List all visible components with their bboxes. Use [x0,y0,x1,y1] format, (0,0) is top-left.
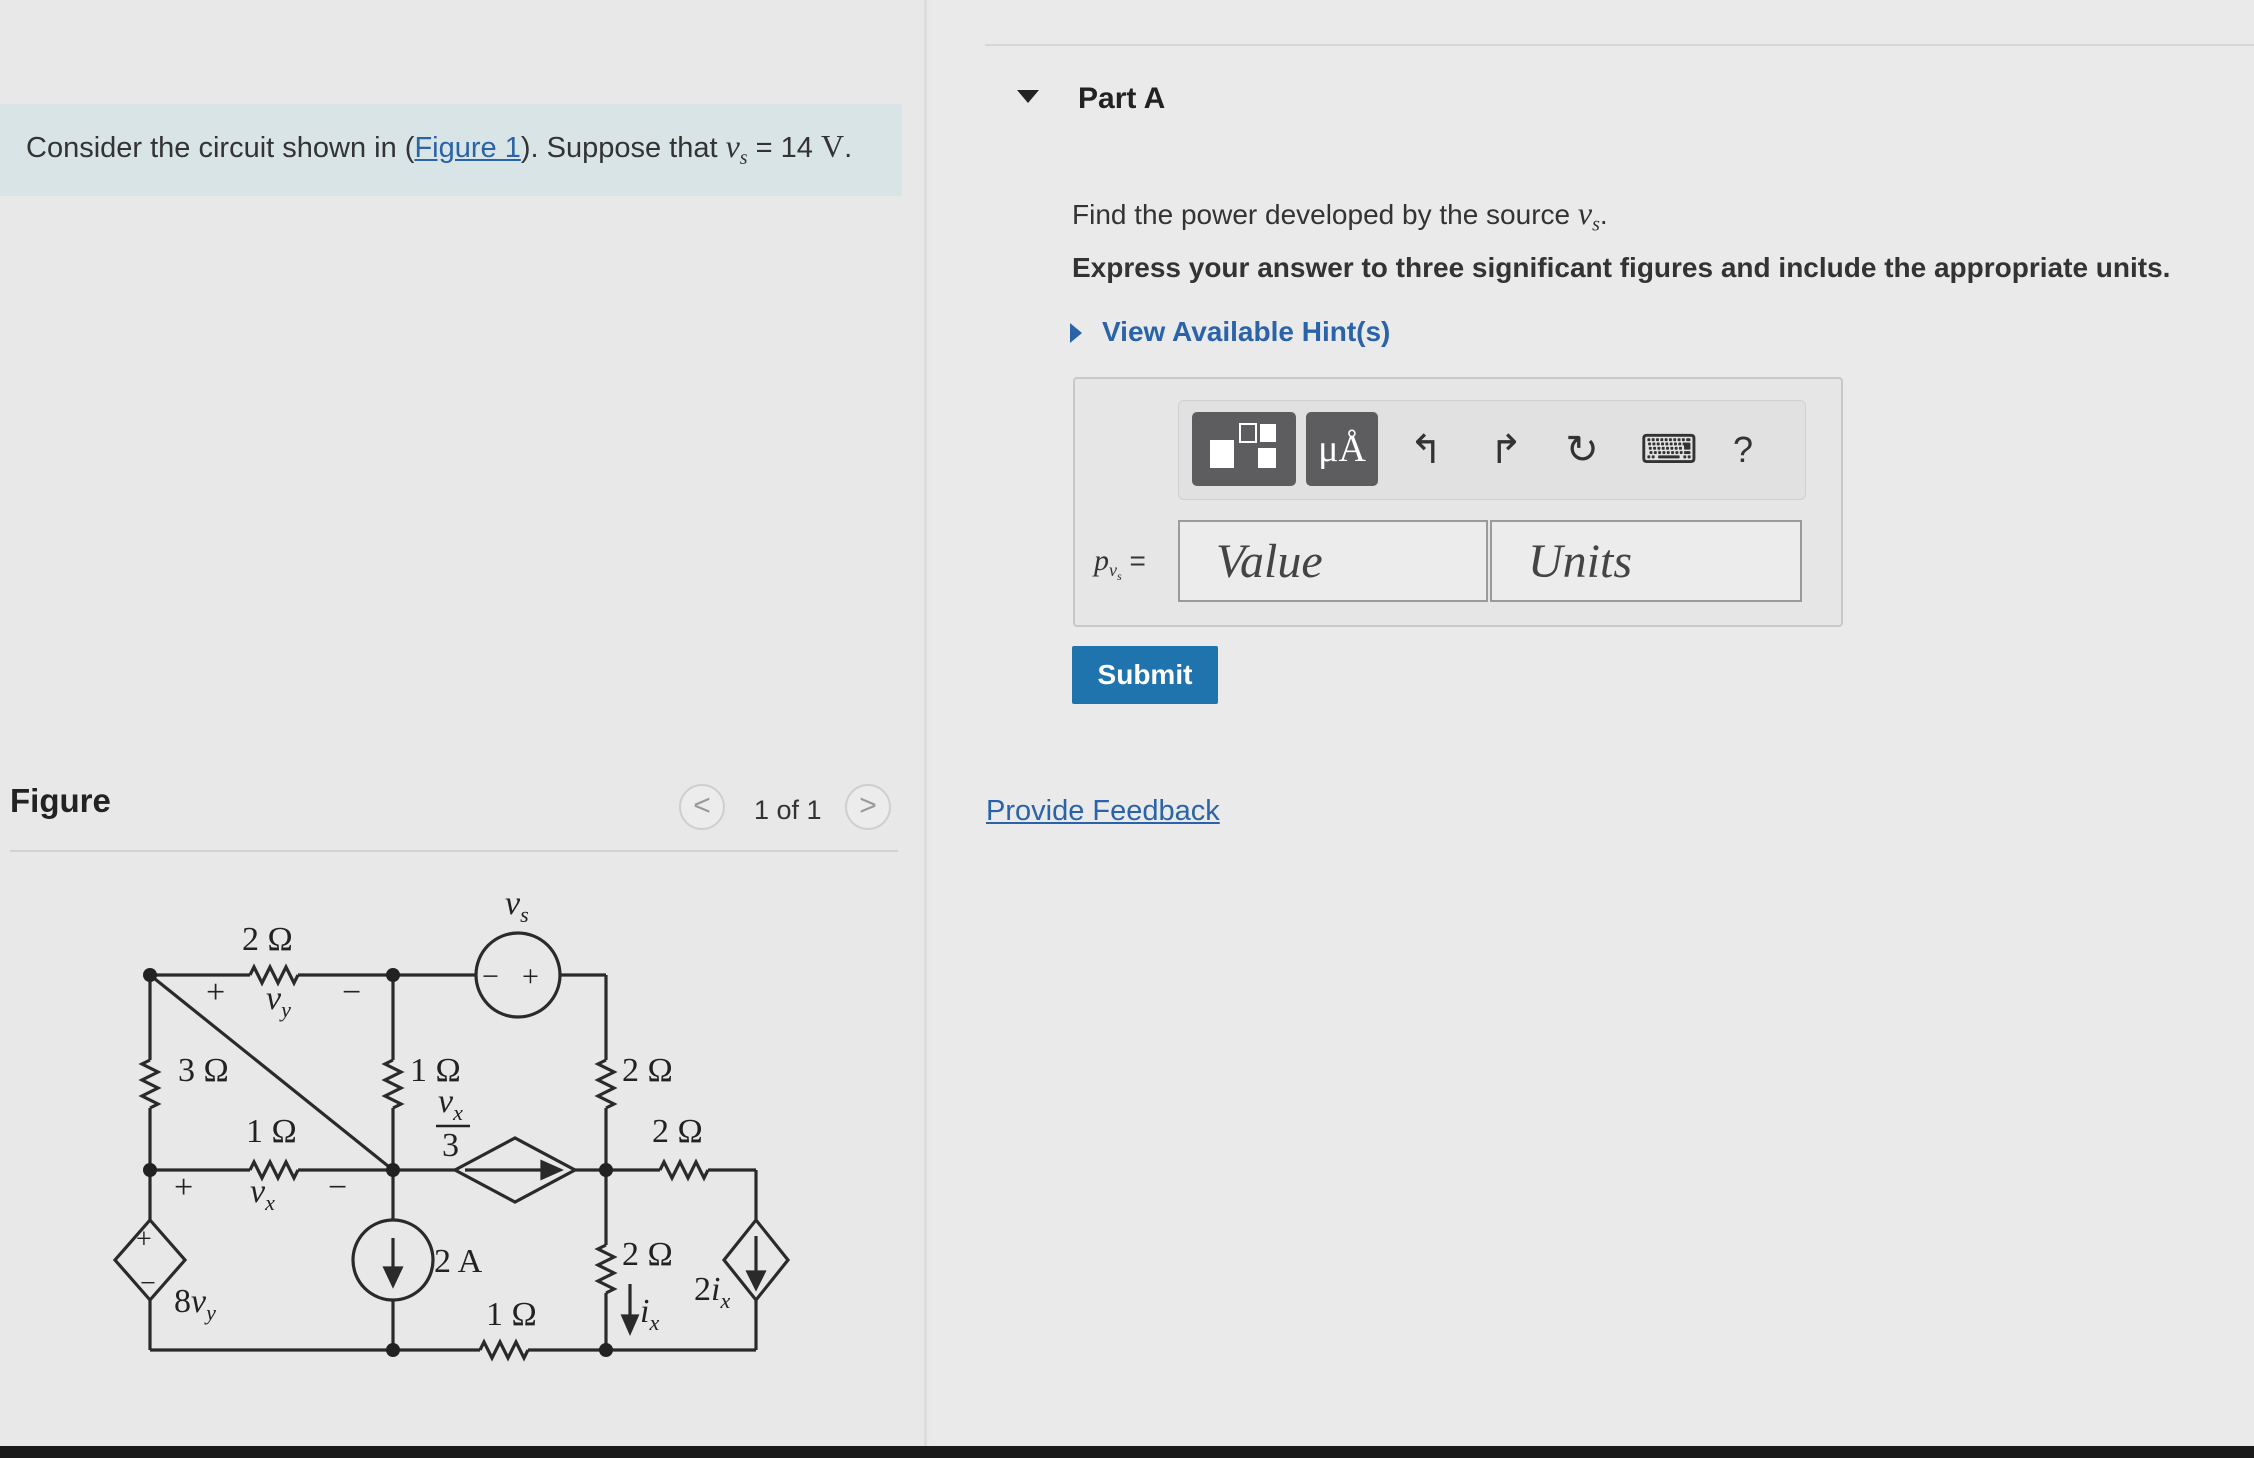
templates-icon [1210,423,1276,468]
problem-var-sub: s [739,146,748,169]
answer-label: pvs = [1094,544,1146,584]
vs-label: vs [505,885,529,927]
problem-statement: Consider the circuit shown in (Figure 1)… [0,104,902,196]
keyboard-icon[interactable]: ⌨ [1640,425,1698,475]
question-var: v [1577,195,1593,231]
ix-label: ix [640,1293,659,1335]
label-2ohm-right-top: 2 Ω [622,1052,673,1089]
question-text: Find the power developed by the source v… [1072,195,1608,237]
figure-title: Figure [10,782,111,819]
figure-prev-button[interactable]: < [679,784,725,830]
vx-plus: + [174,1169,193,1206]
label-1ohm-bottom: 1 Ω [486,1296,537,1333]
question-var-sub: s [1592,213,1600,236]
units-symbols-button[interactable]: μÅ [1306,412,1378,486]
templates-button[interactable] [1192,412,1296,486]
problem-prefix: Consider the circuit shown in ( [26,132,415,164]
problem-end: . [844,132,853,164]
vs-minus: − [482,960,499,993]
label-1ohm-vertical: 1 Ω [410,1052,461,1089]
pane-divider[interactable] [924,0,927,1448]
part-collapse-caret-icon[interactable] [1017,90,1039,103]
value-input[interactable] [1178,520,1488,602]
vy-plus: + [206,974,225,1011]
label-1ohm-mid: 1 Ω [246,1113,297,1150]
dep-c-numerator: vx [438,1083,463,1125]
provide-feedback-link[interactable]: Provide Feedback [986,795,1220,828]
dep-c-denominator: 3 [442,1127,459,1164]
question-end: . [1599,199,1608,230]
vs-plus: + [522,960,539,993]
redo-icon[interactable]: ↱ [1488,425,1524,475]
screen-bottom-bezel [0,1446,2254,1458]
hint-label: View Available Hint(s) [1102,316,1391,347]
problem-var: v [725,128,740,164]
caret-right-icon [1070,323,1082,343]
reset-icon[interactable]: ↻ [1562,425,1602,475]
label-3ohm: 3 Ω [178,1052,229,1089]
figure-counter: 1 of 1 [754,795,822,825]
label-2ohm-right-mid: 2 Ω [652,1113,703,1150]
dep-v-label: 8vy [174,1283,216,1325]
dep-v-plus: + [136,1224,152,1255]
figure-link[interactable]: Figure 1 [414,132,520,164]
vy-minus: − [342,974,361,1011]
units-input[interactable] [1490,520,1802,602]
submit-button[interactable]: Submit [1072,646,1218,704]
figure-divider [10,850,898,852]
part-title[interactable]: Part A [1078,82,1165,116]
question-prefix: Find the power developed by the source [1072,199,1578,230]
problem-value: = 14 [747,132,821,164]
part-header-rule [985,44,2254,46]
instruction-text: Express your answer to three significant… [1072,252,2171,283]
circuit-diagram: 2 Ω 3 Ω 1 Ω 1 Ω 2 Ω 2 Ω 2 Ω 1 Ω + − vy +… [112,885,791,1362]
undo-icon[interactable]: ↰ [1408,425,1444,475]
vx-minus: − [328,1169,347,1206]
answer-label-var: p [1094,544,1109,577]
figure-next-button[interactable]: > [845,784,891,830]
vy-label: vy [266,980,291,1022]
problem-mid: ). Suppose that [520,132,726,164]
vx-label: vx [250,1173,275,1215]
help-button[interactable]: ? [1728,425,1758,475]
label-2ohm-top: 2 Ω [242,921,293,958]
dep-v-minus: − [140,1268,156,1299]
answer-label-sub: v [1109,560,1117,580]
problem-unit: V [820,128,845,164]
cs-label: 2 A [434,1243,483,1280]
answer-label-eq: = [1121,545,1146,576]
dep-c2-label: 2ix [694,1271,730,1313]
label-2ohm-right-low: 2 Ω [622,1236,673,1273]
view-hints-toggle[interactable]: View Available Hint(s) [1070,316,1390,348]
